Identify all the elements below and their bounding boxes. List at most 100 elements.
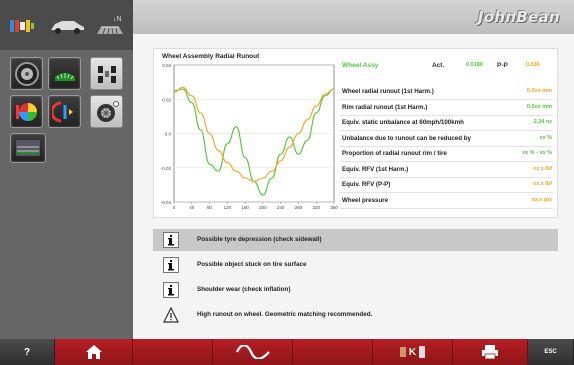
balancer-status-icon[interactable] bbox=[8, 12, 36, 38]
x-tick-label: 40 bbox=[189, 205, 195, 210]
tread-view-tile[interactable] bbox=[48, 57, 81, 90]
info-icon bbox=[163, 257, 179, 273]
param-separator bbox=[340, 114, 554, 116]
sine-wave-icon bbox=[235, 345, 270, 359]
legend-act-value: 0.0180 bbox=[466, 62, 483, 68]
app-window: ↓N JohnBean 0.04 0.02 0.0 -0.02 -0.04 0 … bbox=[0, 0, 574, 365]
car-icon[interactable] bbox=[48, 12, 86, 38]
x-tick-label: 200 bbox=[259, 205, 267, 210]
diagnostic-item[interactable]: Possible tyre depression (check sidewall… bbox=[153, 229, 558, 251]
diagnostic-text: Possible tyre depression (check sidewall… bbox=[197, 236, 322, 243]
param-label: Unbalance due to runout can be reduced b… bbox=[342, 134, 471, 142]
y-tick-label: -0.02 bbox=[161, 166, 172, 171]
param-row: Equiv. RFV (1st Harm.) xx.x lbf bbox=[342, 166, 554, 176]
param-separator bbox=[340, 176, 554, 178]
home-icon bbox=[85, 345, 102, 359]
warning-icon bbox=[163, 307, 179, 323]
param-row: Proportion of radial runout rim / tire xx… bbox=[342, 150, 554, 160]
bottom-blank-1[interactable] bbox=[133, 339, 213, 365]
legend-pp-label: P-P bbox=[497, 62, 508, 69]
param-label: Proportion of radial runout rim / tire bbox=[342, 150, 447, 157]
param-row: Rim radial runout (1st Harm.) 0.0xx mm bbox=[342, 104, 554, 114]
param-value: xx.x psi bbox=[531, 196, 552, 203]
tire-pressure-icon[interactable]: ↓N bbox=[95, 12, 125, 38]
diagnostic-text: Shoulder wear (check inflation) bbox=[197, 286, 291, 293]
esc-button[interactable]: ESC bbox=[528, 339, 574, 365]
param-label: Equiv. RFV (P-P) bbox=[342, 181, 391, 188]
x-tick-label: 280 bbox=[295, 205, 303, 210]
param-value: 0.0xx mm bbox=[526, 88, 552, 94]
diagnostic-item[interactable]: Possible object stuck on tire surface bbox=[153, 254, 558, 276]
left-panel: ↓N bbox=[0, 0, 133, 339]
param-separator bbox=[340, 99, 554, 100]
param-row: Equiv. static unbalance at 60mph/100kmh 2… bbox=[342, 119, 554, 129]
info-icon bbox=[163, 232, 179, 248]
x-tick-label: 360 bbox=[330, 205, 338, 210]
param-separator bbox=[340, 145, 554, 147]
param-label: Equiv. RFV (1st Harm.) bbox=[342, 165, 409, 173]
printer-icon bbox=[482, 345, 498, 360]
diagnostic-item[interactable]: Shoulder wear (check inflation) bbox=[153, 279, 558, 301]
wheel-view-tile[interactable] bbox=[10, 57, 43, 90]
x-tick-label: 80 bbox=[207, 205, 213, 210]
chart-title: Wheel Assembly Radial Runout bbox=[162, 53, 260, 60]
y-tick-label: 0.0 bbox=[165, 132, 172, 137]
svg-text:↓N: ↓N bbox=[113, 16, 122, 23]
bottom-blank-2[interactable] bbox=[293, 339, 373, 365]
brand-bar: JohnBean bbox=[133, 0, 574, 34]
y-tick-label: 0.04 bbox=[162, 63, 171, 68]
param-row: Equiv. RFV (P-P) xx.x lbf bbox=[342, 181, 554, 191]
runout-graph-tile[interactable] bbox=[10, 133, 46, 163]
esc-label: ESC bbox=[544, 349, 557, 355]
legend-series-label: Wheel Assy bbox=[342, 62, 379, 69]
param-label: Equiv. static unbalance at 60mph/100kmh bbox=[342, 119, 464, 126]
home-button[interactable] bbox=[55, 339, 133, 365]
k-label: K bbox=[408, 346, 417, 358]
param-value: xx.x lbf bbox=[533, 181, 552, 187]
param-row: Wheel pressure xx.x psi bbox=[342, 197, 554, 207]
y-tick-label: 0.02 bbox=[162, 97, 171, 102]
param-separator bbox=[340, 192, 554, 193]
y-tick-label: -0.04 bbox=[161, 200, 172, 205]
diagnostic-item[interactable]: High runout on wheel. Geometric matching… bbox=[153, 304, 558, 326]
x-tick-label: 240 bbox=[277, 205, 285, 210]
help-label: ? bbox=[23, 346, 31, 358]
x-tick-label: 320 bbox=[312, 205, 320, 210]
rim-settings-tile[interactable] bbox=[90, 95, 123, 128]
balance-adjust-tile[interactable] bbox=[48, 95, 81, 128]
param-label: Rim radial runout (1st Harm.) bbox=[342, 103, 428, 111]
help-button[interactable]: ? bbox=[0, 339, 55, 365]
x-tick-label: 120 bbox=[224, 205, 232, 210]
x-tick-label: 0 bbox=[173, 205, 176, 210]
series-legend: Wheel Assy bbox=[342, 62, 378, 69]
param-separator bbox=[340, 161, 554, 162]
bottom-toolbar: ? K ESC bbox=[0, 339, 574, 365]
k-right-marker bbox=[419, 346, 426, 358]
info-icon bbox=[163, 282, 179, 298]
param-label: Wheel radial runout (1st Harm.) bbox=[342, 88, 434, 95]
k-left-marker bbox=[399, 347, 406, 357]
param-value: xx % bbox=[539, 134, 552, 141]
legend-pp-value: 0.036 bbox=[526, 62, 540, 68]
mode-strip: ↓N bbox=[0, 0, 133, 50]
param-value: 0.0xx mm bbox=[526, 103, 552, 110]
param-label: Wheel pressure bbox=[342, 196, 389, 204]
x-tick-label: 160 bbox=[241, 205, 249, 210]
param-value: xx.x lbf bbox=[533, 165, 552, 172]
sensor-layout-tile[interactable] bbox=[90, 57, 123, 90]
param-value: 2.34 oz bbox=[533, 119, 552, 125]
print-button[interactable] bbox=[453, 339, 528, 365]
legend-act-label: Act. bbox=[432, 62, 445, 69]
param-row: Wheel radial runout (1st Harm.) 0.0xx mm bbox=[342, 88, 554, 98]
param-separator bbox=[340, 130, 554, 131]
diagnostic-text: High runout on wheel. Geometric matching… bbox=[197, 311, 373, 318]
diagnostic-text: Possible object stuck on tire surface bbox=[197, 261, 307, 268]
color-wheel-tile[interactable] bbox=[10, 95, 43, 128]
runout-card: 0.04 0.02 0.0 -0.02 -0.04 0 40 80 120 160 200 240 28… bbox=[153, 48, 558, 218]
param-row: Unbalance due to runout can be reduced b… bbox=[342, 135, 554, 145]
main-area: JohnBean 0.04 0.02 0.0 -0.02 -0.04 0 40 80 120 16… bbox=[133, 0, 574, 339]
brand-logo: JohnBean bbox=[477, 8, 560, 26]
runout-mode-button[interactable] bbox=[213, 339, 293, 365]
k-factor-button[interactable]: K bbox=[373, 339, 453, 365]
param-separator bbox=[340, 207, 554, 209]
